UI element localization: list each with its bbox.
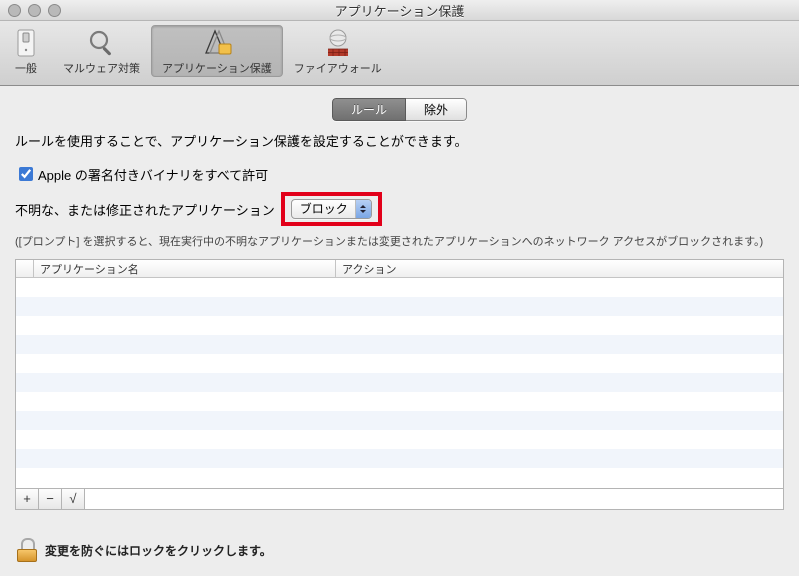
table-row (16, 392, 783, 411)
apply-button[interactable]: √ (62, 489, 85, 509)
table-header: アプリケーション名 アクション (16, 260, 783, 278)
app-shield-icon (202, 28, 232, 58)
add-button[interactable]: + (16, 489, 39, 509)
table-body[interactable] (16, 278, 783, 488)
toolbar-label: アプリケーション保護 (162, 60, 272, 76)
table-row (16, 316, 783, 335)
rules-table: アプリケーション名 アクション + − √ (15, 259, 784, 510)
table-header-action[interactable]: アクション (336, 260, 783, 277)
content-area: ルール 除外 ルールを使用することで、アプリケーション保護を設定することができま… (0, 86, 799, 510)
toolbar-tab-antimalware[interactable]: マルウェア対策 (52, 25, 151, 77)
table-row (16, 297, 783, 316)
remove-button[interactable]: − (39, 489, 62, 509)
tab-exclude[interactable]: 除外 (406, 98, 467, 121)
lock-row[interactable]: 変更を防ぐにはロックをクリックします。 (17, 538, 272, 562)
rules-description: ルールを使用することで、アプリケーション保護を設定することができます。 (15, 131, 784, 150)
switch-icon (11, 28, 41, 58)
toolbar: 一般 マルウェア対策 アプリケーション保護 ファイアウォール (0, 21, 799, 86)
preferences-window: アプリケーション保護 一般 マルウェア対策 アプリケーション保護 ファイアウォー… (0, 0, 799, 576)
lock-text: 変更を防ぐにはロックをクリックします。 (45, 542, 272, 559)
firewall-icon (323, 28, 353, 58)
table-row (16, 278, 783, 297)
table-row (16, 449, 783, 468)
table-row (16, 430, 783, 449)
lock-open-icon (17, 538, 37, 562)
unknown-app-row: 不明な、または修正されたアプリケーション ブロック (15, 192, 784, 226)
toolbar-label: ファイアウォール (294, 60, 382, 76)
unknown-app-action-popup[interactable]: ブロック (291, 199, 372, 219)
allow-signed-row: Apple の署名付きバイナリをすべて許可 (15, 164, 784, 184)
highlight-box: ブロック (281, 192, 382, 226)
table-row (16, 354, 783, 373)
unknown-app-action-select[interactable]: ブロック (291, 199, 372, 219)
tab-rules[interactable]: ルール (332, 98, 406, 121)
table-row (16, 373, 783, 392)
magnifier-icon (87, 28, 117, 58)
toolbar-label: 一般 (15, 60, 37, 76)
allow-apple-signed-label: Apple の署名付きバイナリをすべて許可 (38, 165, 268, 184)
prompt-hint-text: ([プロンプト] を選択すると、現在実行中の不明なアプリケーションまたは変更され… (15, 234, 784, 251)
titlebar: アプリケーション保護 (0, 0, 799, 21)
window-title: アプリケーション保護 (0, 1, 799, 20)
table-footer: + − √ (16, 488, 783, 509)
table-header-spacer (16, 260, 34, 277)
table-row (16, 468, 783, 487)
table-header-app[interactable]: アプリケーション名 (34, 260, 336, 277)
toolbar-tab-app-protection[interactable]: アプリケーション保護 (151, 25, 283, 77)
toolbar-tab-firewall[interactable]: ファイアウォール (283, 25, 393, 77)
unknown-app-label: 不明な、または修正されたアプリケーション (15, 200, 275, 219)
toolbar-label: マルウェア対策 (63, 60, 140, 76)
allow-apple-signed-checkbox[interactable] (19, 167, 33, 181)
toolbar-tab-general[interactable]: 一般 (0, 25, 52, 77)
table-row (16, 411, 783, 430)
segmented-control: ルール 除外 (15, 98, 784, 121)
table-row (16, 335, 783, 354)
